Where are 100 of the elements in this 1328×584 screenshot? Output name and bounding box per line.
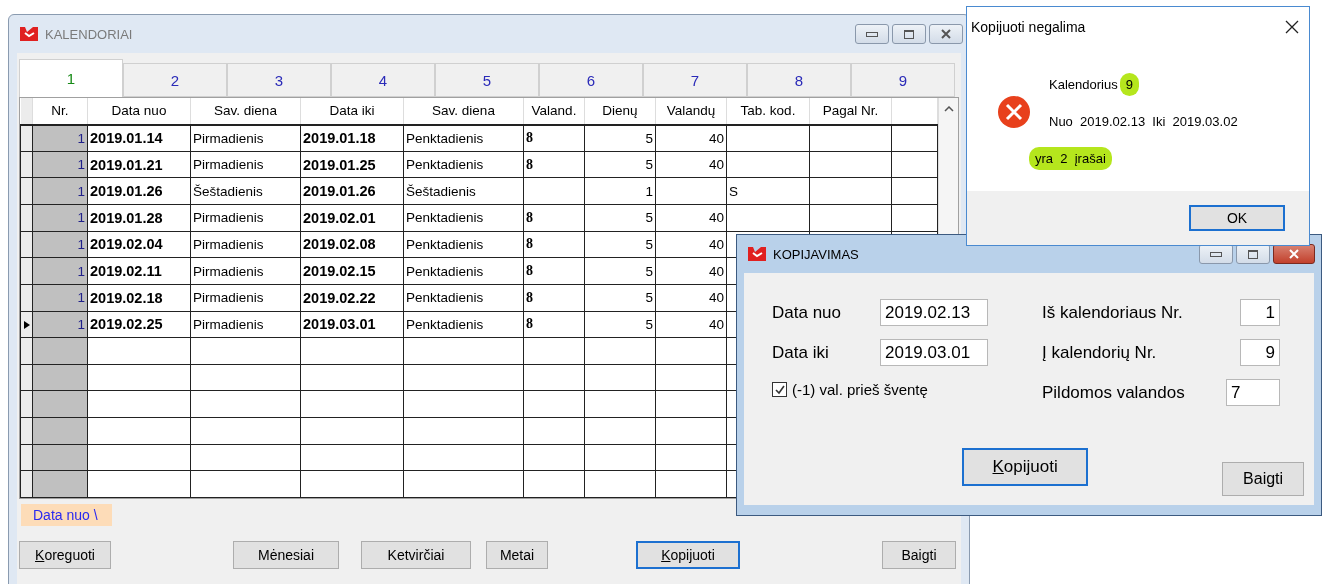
tab[interactable]: 1 [19, 59, 123, 97]
table-cell: Pirmadienis [193, 290, 264, 306]
table-cell: 2019.02.15 [303, 263, 376, 280]
app-logo-icon [19, 25, 39, 43]
action-button[interactable]: Baigti [1222, 462, 1304, 496]
checkbox[interactable] [772, 382, 787, 397]
minimize-button[interactable] [855, 24, 889, 44]
close-button[interactable] [1273, 244, 1315, 264]
tab[interactable]: 7 [643, 63, 747, 97]
table-cell: 5 [645, 236, 653, 252]
table-cell: 2019.01.28 [90, 209, 163, 226]
close-icon[interactable] [940, 29, 952, 39]
table-cell: 5 [645, 130, 653, 146]
number-field[interactable]: 7 [1226, 379, 1280, 406]
action-button[interactable]: Ketvirčiai [361, 541, 471, 569]
table-cell: 2019.02.01 [303, 209, 376, 226]
action-button[interactable]: Kopijuoti [636, 541, 740, 569]
window-title: KOPIJAVIMAS [773, 246, 859, 262]
table-cell: 8 [526, 209, 533, 225]
table-cell: 8 [526, 130, 533, 146]
table-cell: Pirmadienis [193, 157, 264, 173]
maximize-button[interactable] [892, 24, 926, 44]
ok-button[interactable]: OK [1189, 205, 1285, 231]
table-cell: 5 [645, 290, 653, 306]
minimize-button[interactable] [1199, 244, 1233, 264]
table-cell: 8 [526, 316, 533, 332]
tab[interactable]: 5 [435, 63, 539, 97]
scroll-up-icon[interactable] [943, 106, 954, 112]
field-label: Iš kalendoriaus Nr. [1042, 302, 1184, 323]
table-cell: 2019.01.26 [90, 183, 163, 200]
table-cell: S [729, 183, 738, 199]
tab[interactable]: 2 [123, 63, 227, 97]
action-button[interactable]: Metai [486, 541, 548, 569]
table-cell: 8 [526, 289, 533, 305]
column-header: Nr. [51, 103, 69, 119]
table-cell: 1 [77, 290, 85, 306]
close-icon[interactable] [1285, 20, 1299, 34]
field-label: Į kalendorių Nr. [1042, 342, 1158, 363]
table-cell: Pirmadienis [193, 236, 264, 252]
tab[interactable]: 4 [331, 63, 435, 97]
date-field[interactable]: 2019.02.13 [880, 299, 988, 326]
table-cell: Penktadienis [406, 263, 484, 279]
number-field[interactable]: 1 [1240, 299, 1280, 326]
column-header: Pagal Nr. [822, 103, 879, 119]
tab[interactable]: 9 [851, 63, 955, 97]
number-field[interactable]: 9 [1240, 339, 1280, 366]
table-cell: Pirmadienis [193, 130, 264, 146]
field-label: Pildomos valandos [1042, 382, 1186, 403]
table-cell: 2019.02.11 [90, 263, 162, 280]
table-cell: 5 [645, 210, 653, 226]
table-cell: 40 [708, 157, 724, 173]
table-cell: 2019.01.18 [303, 130, 376, 147]
table-cell: 5 [645, 157, 653, 173]
table-cell: 2019.02.25 [90, 316, 163, 333]
table-cell: 1 [77, 210, 85, 226]
table-cell: 5 [645, 316, 653, 332]
message-text: 9 [1119, 73, 1139, 96]
table-cell: Penktadienis [406, 316, 484, 332]
tab[interactable]: 6 [539, 63, 643, 97]
table-cell: 40 [708, 210, 724, 226]
column-header: Valandų [666, 103, 716, 119]
column-header: Dienų [602, 103, 638, 119]
close-button[interactable] [929, 24, 963, 44]
table-cell: 1 [77, 263, 85, 279]
table-cell: Pirmadienis [193, 316, 264, 332]
tab[interactable]: 8 [747, 63, 851, 97]
table-cell: 2019.02.04 [90, 236, 163, 253]
table-cell: 8 [526, 156, 533, 172]
field-label: Data nuo [772, 302, 842, 323]
table-cell: 1 [77, 130, 85, 146]
table-cell: 8 [526, 263, 533, 279]
table-cell: Pirmadienis [193, 263, 264, 279]
action-button[interactable]: Mėnesiai [233, 541, 339, 569]
table-cell: Penktadienis [406, 290, 484, 306]
table-cell: 40 [708, 316, 724, 332]
action-button[interactable]: Koreguoti [19, 541, 111, 569]
date-field[interactable]: 2019.03.01 [880, 339, 988, 366]
error-icon [997, 95, 1031, 129]
column-header: Valand. [531, 103, 577, 119]
table-cell: 2019.01.21 [90, 156, 163, 173]
dialog-title: Kopijuoti negalima [971, 19, 1086, 35]
table-cell: 40 [708, 290, 724, 306]
table-cell: 40 [708, 236, 724, 252]
app-logo-icon [747, 245, 767, 263]
column-header: Data nuo [111, 103, 167, 119]
table-cell: 5 [645, 263, 653, 279]
tab[interactable]: 3 [227, 63, 331, 97]
table-cell: 2019.02.18 [90, 289, 163, 306]
table-cell: Penktadienis [406, 210, 484, 226]
action-button[interactable]: Kopijuoti [962, 448, 1089, 486]
action-button[interactable]: Baigti [882, 541, 956, 569]
maximize-button[interactable] [1236, 244, 1270, 264]
table-cell: 2019.01.26 [303, 183, 376, 200]
column-header: Tab. kod. [740, 103, 796, 119]
message-text: yra 2 įrašai [1029, 147, 1112, 170]
table-cell: 2019.02.08 [303, 236, 376, 253]
table-cell: 1 [77, 157, 85, 173]
message-text: Nuo 2019.02.13 Iki 2019.03.02 [1049, 113, 1238, 131]
table-cell: Penktadienis [406, 130, 484, 146]
table-cell: 1 [77, 183, 85, 199]
